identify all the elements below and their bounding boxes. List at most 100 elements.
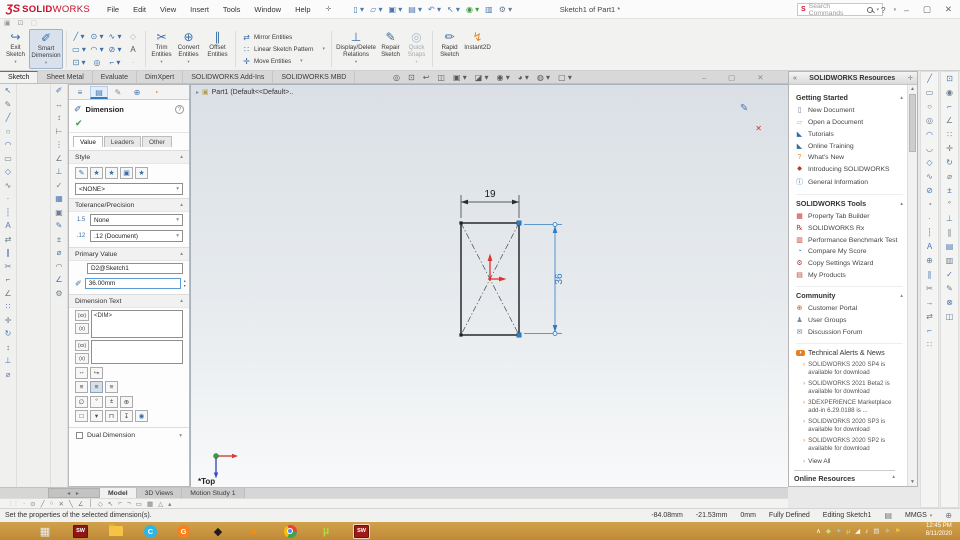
trim-icon[interactable]: ✂ — [5, 262, 12, 271]
slot-icon[interactable]: ⊡ ▾ — [73, 58, 86, 67]
cancel-sketch-icon[interactable]: ✕ — [755, 124, 762, 133]
sketch-fillet-icon[interactable]: ⌐ ▾ — [110, 58, 121, 67]
news-item[interactable]: › 3DEXPERIENCE Marketplace add-in 6.29.0… — [794, 397, 905, 416]
point-icon[interactable]: ◎ — [94, 58, 101, 67]
open-icon[interactable]: ▱ ▾ — [370, 5, 382, 14]
offset-entities-button[interactable]: ∥ Offset Entities — [203, 29, 232, 69]
community-header[interactable]: Community ▴ — [796, 286, 903, 300]
delete-style-button[interactable]: ★ — [105, 167, 118, 179]
previous-view-icon[interactable]: ↩ — [423, 73, 430, 82]
taskbar-utorrent[interactable]: µ — [318, 523, 334, 539]
image-capture-icon[interactable]: ▢ — [31, 19, 38, 27]
screenshot-icon[interactable]: ▣ — [4, 19, 11, 27]
fully-define-sketch-icon[interactable]: ▦ — [55, 195, 63, 203]
symbol-library-button[interactable]: ◉ — [135, 410, 148, 422]
style-dropdown[interactable]: <NONE> ▾ — [75, 183, 183, 195]
precision-dropdown[interactable]: .12 (Document) ▾ — [90, 230, 183, 242]
chamfer-icon[interactable]: ∠ — [4, 289, 11, 298]
pin-pane-icon[interactable]: ✛ — [908, 74, 913, 82]
spline-icon[interactable]: ∿ — [5, 181, 12, 190]
taskbar-inkscape[interactable]: ◆ — [210, 523, 226, 539]
slot-icon[interactable]: ⊡ — [946, 75, 953, 83]
trim-entities-icon[interactable]: ✂ — [926, 285, 933, 293]
partial-ellipse-icon[interactable]: ◔ — [927, 201, 932, 209]
sketch-icon[interactable]: ✎ — [5, 100, 12, 109]
feature-tree-flyout[interactable]: ▸ ▣ Part1 (Default<<Default>.. — [196, 88, 293, 97]
rectangle-icon[interactable]: ▭ — [4, 154, 12, 163]
degree-icon[interactable]: ° — [948, 201, 951, 209]
view-all-link[interactable]: › View All — [794, 455, 905, 465]
confirmation-corner[interactable]: ✎ ✕ — [740, 103, 762, 133]
corner-icon[interactable]: ⌐ — [947, 103, 952, 111]
mirror-icon[interactable]: ⇄ — [5, 235, 12, 244]
save-style-button[interactable]: ▣ — [120, 167, 133, 179]
table-icon[interactable]: ▤ — [946, 243, 954, 251]
collapse-pane-icon[interactable]: « — [793, 75, 797, 82]
trim-entities-button[interactable]: ✂ Trim Entities ▾ — [149, 29, 174, 69]
compare-my-score[interactable]: ◔ Compare My Score — [794, 246, 905, 257]
circle-icon[interactable]: ○ — [927, 103, 932, 111]
smart-dimension-icon[interactable]: ✐ — [56, 87, 63, 95]
circle-icon[interactable]: ○ — [6, 127, 11, 136]
display-relations-icon[interactable]: ✓ — [56, 181, 63, 190]
panel-tab[interactable]: Value — [73, 136, 103, 147]
parallel-icon[interactable]: ∥ — [948, 229, 952, 237]
dimension-icon[interactable]: ⌀ — [6, 370, 11, 379]
tray-onedrive-icon[interactable]: ▤ — [873, 527, 879, 535]
sketch-text-icon[interactable]: A — [130, 45, 135, 54]
ribbon-tab[interactable]: SOLIDWORKS MBD — [273, 71, 356, 83]
scroll-up-icon[interactable]: ▲ — [908, 86, 917, 92]
filter-triangle-icon[interactable]: △ — [158, 500, 163, 508]
repair-sketch-button[interactable]: ✎ Repair Sketch — [377, 29, 404, 69]
getting-started-header[interactable]: Getting Started ▴ — [796, 93, 903, 102]
move-icon[interactable]: ✛ — [946, 145, 953, 153]
add-parenthesis-button-2[interactable]: (xx) — [75, 340, 89, 351]
ribbon-tab[interactable]: Sketch — [0, 71, 39, 83]
technical-alerts-header[interactable]: ◗ Technical Alerts & News — [796, 343, 903, 357]
clear-filters-icon[interactable]: ✕ — [58, 500, 63, 508]
file-properties-icon[interactable]: ▥ — [485, 5, 493, 14]
set-default-style-button[interactable]: ✎ — [75, 167, 88, 179]
more-symbols-button[interactable]: ▾ — [90, 410, 103, 422]
fillet-icon[interactable]: ⌐ — [927, 327, 932, 335]
discussion-forum[interactable]: ✉ Discussion Forum — [794, 326, 905, 338]
document-tab[interactable]: Motion Study 1 — [182, 488, 245, 498]
search-input[interactable]: Search Commands — [809, 3, 865, 17]
select-icon[interactable]: ↖ ▾ — [447, 5, 460, 14]
user-groups[interactable]: ♟ User Groups — [794, 314, 905, 326]
units-dropdown[interactable]: MMGS ▾ — [905, 512, 932, 519]
online-training[interactable]: ◣ Online Training — [794, 140, 905, 152]
ellipse-icon[interactable]: ⊘ — [926, 187, 933, 195]
general-information[interactable]: ⓘ General Information — [794, 175, 905, 189]
save-icon[interactable]: ▣ ▾ — [388, 5, 402, 14]
rotate-icon[interactable]: ↻ — [5, 330, 12, 338]
instant2d-button[interactable]: ↯ Instant2D — [463, 29, 492, 69]
help-button[interactable]: ? — [875, 5, 892, 15]
filter-more-icon[interactable]: ▴ — [168, 500, 171, 508]
taskbar-solidworks-2016[interactable]: SW — [73, 524, 88, 538]
text-icon[interactable]: A — [927, 243, 932, 251]
mirror-entities-icon[interactable]: ⇄ — [926, 313, 933, 321]
apply-scene-icon[interactable]: ◍ ▾ — [537, 73, 550, 82]
sketch-canvas[interactable]: 19 36 — [191, 85, 789, 488]
tray-bluetooth-icon[interactable]: ✧ — [884, 527, 889, 535]
convert-entities-icon[interactable]: ⊕ — [926, 257, 933, 265]
height-dimension[interactable]: 36 — [524, 222, 565, 336]
pin-menu-icon[interactable]: ✛ — [318, 5, 340, 13]
document-minimize-icon[interactable]: – — [702, 73, 706, 82]
dimension-text-box[interactable]: <DIM> — [91, 310, 183, 338]
open-a-document[interactable]: ▱ Open a Document — [794, 116, 905, 128]
tolerance-icon[interactable]: ± — [947, 187, 951, 195]
zoom-area-icon[interactable]: ⊡ — [408, 73, 415, 82]
document-tab[interactable]: Model — [100, 488, 137, 498]
ribbon-tab[interactable]: DimXpert — [137, 71, 184, 83]
primary-value-section-header[interactable]: Primary Value ▴ — [69, 247, 189, 261]
section-view-icon[interactable]: ◫ — [437, 73, 445, 82]
angle-dimension-icon[interactable]: ∠ — [55, 154, 62, 163]
filter-faces-icon[interactable]: ○ — [50, 500, 54, 508]
hide-show-items-icon[interactable]: ◉ ▾ — [497, 73, 510, 82]
vertex-handle[interactable] — [459, 221, 463, 225]
sketch-picture-icon[interactable]: ▣ — [55, 208, 63, 217]
select-icon[interactable]: ↖ — [5, 87, 12, 95]
check-sketch-icon[interactable]: ✓ — [946, 271, 953, 279]
